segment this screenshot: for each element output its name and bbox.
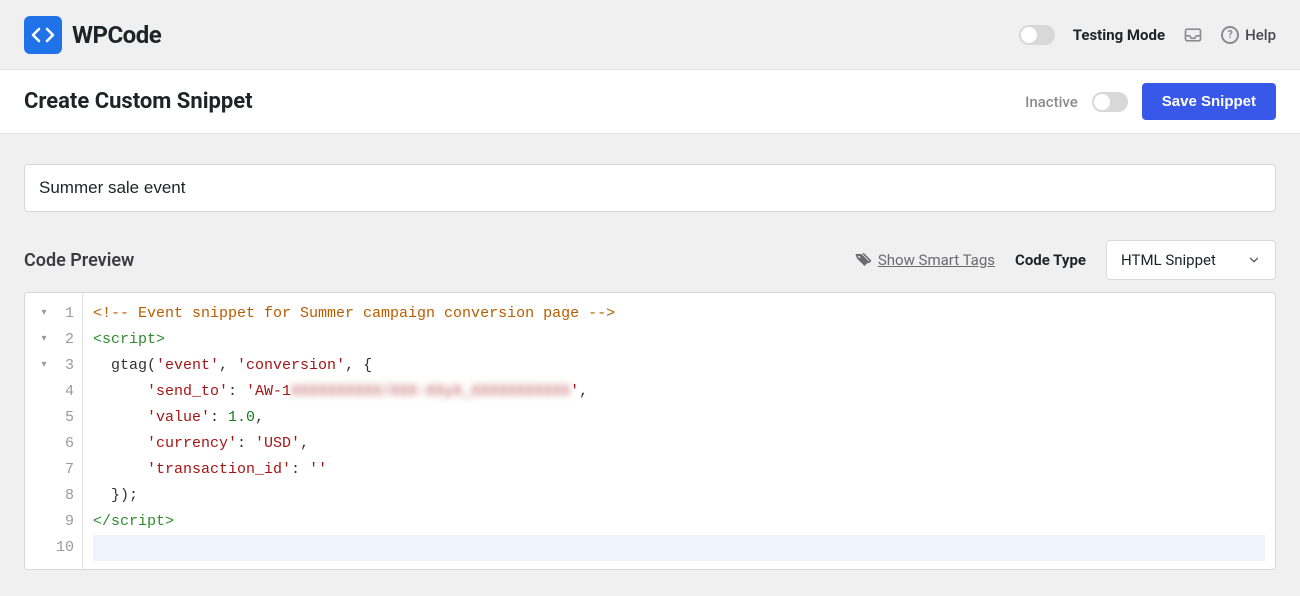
line-number: 4 <box>60 379 74 405</box>
code-type-select[interactable]: HTML Snippet <box>1106 240 1276 280</box>
inbox-icon <box>1183 25 1203 45</box>
code-token: '' <box>309 461 327 478</box>
code-token: gtag( <box>93 357 156 374</box>
code-token: 'conversion' <box>237 357 345 374</box>
snippet-title-input[interactable] <box>24 164 1276 212</box>
line-number: 6 <box>60 431 74 457</box>
page-title: Create Custom Snippet <box>24 89 253 114</box>
topbar-actions: Testing Mode ? Help <box>1019 25 1276 45</box>
code-editor[interactable]: ▾1 ▾2 ▾3 4 5 6 7 8 9 10 <!-- Event snipp… <box>24 292 1276 570</box>
code-token: : <box>237 435 255 452</box>
editor-gutter: ▾1 ▾2 ▾3 4 5 6 7 8 9 10 <box>25 293 83 569</box>
line-number: 7 <box>60 457 74 483</box>
code-token: <!-- Event snippet for Summer campaign c… <box>93 305 615 322</box>
code-token: 'currency' <box>147 435 237 452</box>
app-topbar: WPCode Testing Mode ? Help <box>0 0 1300 70</box>
code-token <box>93 435 147 452</box>
line-number: 8 <box>60 483 74 509</box>
notifications-button[interactable] <box>1183 25 1203 45</box>
code-slash-icon <box>31 23 55 47</box>
smart-tags-label: Show Smart Tags <box>878 251 995 269</box>
code-token: , <box>219 357 237 374</box>
code-preview-toolbar: Code Preview Show Smart Tags Code Type H… <box>24 240 1276 280</box>
code-token: 'transaction_id' <box>147 461 291 478</box>
line-number: 1 <box>60 301 74 327</box>
help-icon: ? <box>1221 26 1239 44</box>
testing-mode-toggle[interactable] <box>1019 25 1055 45</box>
brand-name: WPCode <box>72 21 161 49</box>
tags-icon <box>854 251 872 269</box>
status-label: Inactive <box>1025 93 1078 111</box>
code-token: </script> <box>93 513 174 530</box>
code-token: 'event' <box>156 357 219 374</box>
show-smart-tags-link[interactable]: Show Smart Tags <box>854 251 995 269</box>
code-token: }); <box>93 487 138 504</box>
code-type-label: Code Type <box>1015 251 1086 269</box>
help-link[interactable]: ? Help <box>1221 26 1276 44</box>
code-token: <script> <box>93 331 165 348</box>
code-token: ' <box>570 383 579 400</box>
page-header: Create Custom Snippet Inactive Save Snip… <box>0 70 1300 134</box>
code-token: , <box>579 383 588 400</box>
code-type-value: HTML Snippet <box>1121 251 1216 269</box>
code-preview-label: Code Preview <box>24 250 134 271</box>
line-number: 9 <box>60 509 74 535</box>
brand-logo-badge <box>24 16 62 54</box>
code-token: 1.0 <box>228 409 255 426</box>
code-token: : <box>228 383 246 400</box>
header-actions: Inactive Save Snippet <box>1025 83 1276 120</box>
brand-logo: WPCode <box>24 16 161 54</box>
code-token: 'send_to' <box>147 383 228 400</box>
code-token: , <box>255 409 264 426</box>
code-token: 'USD' <box>255 435 300 452</box>
line-number: 3 <box>60 353 74 379</box>
code-token: 'AW-1 <box>246 383 291 400</box>
code-token: : <box>291 461 309 478</box>
active-toggle[interactable] <box>1092 92 1128 112</box>
code-preview-controls: Show Smart Tags Code Type HTML Snippet <box>854 240 1276 280</box>
code-token: : <box>210 409 228 426</box>
code-token: 'value' <box>147 409 210 426</box>
line-number: 2 <box>60 327 74 353</box>
redacted-text: XXXXXXXXXX/XXX-XXyX_XXXXXXXXXXX <box>291 383 570 400</box>
code-token <box>93 383 147 400</box>
testing-mode-label: Testing Mode <box>1073 26 1165 44</box>
code-token <box>93 461 147 478</box>
line-number: 10 <box>56 535 74 561</box>
code-area[interactable]: <!-- Event snippet for Summer campaign c… <box>83 293 1275 569</box>
code-token: , { <box>345 357 372 374</box>
code-token: , <box>300 435 309 452</box>
help-label: Help <box>1245 26 1276 44</box>
chevron-down-icon <box>1247 253 1261 267</box>
line-number: 5 <box>60 405 74 431</box>
code-token <box>93 409 147 426</box>
save-snippet-button[interactable]: Save Snippet <box>1142 83 1276 120</box>
content-area: Code Preview Show Smart Tags Code Type H… <box>0 134 1300 570</box>
current-line <box>93 535 1265 561</box>
